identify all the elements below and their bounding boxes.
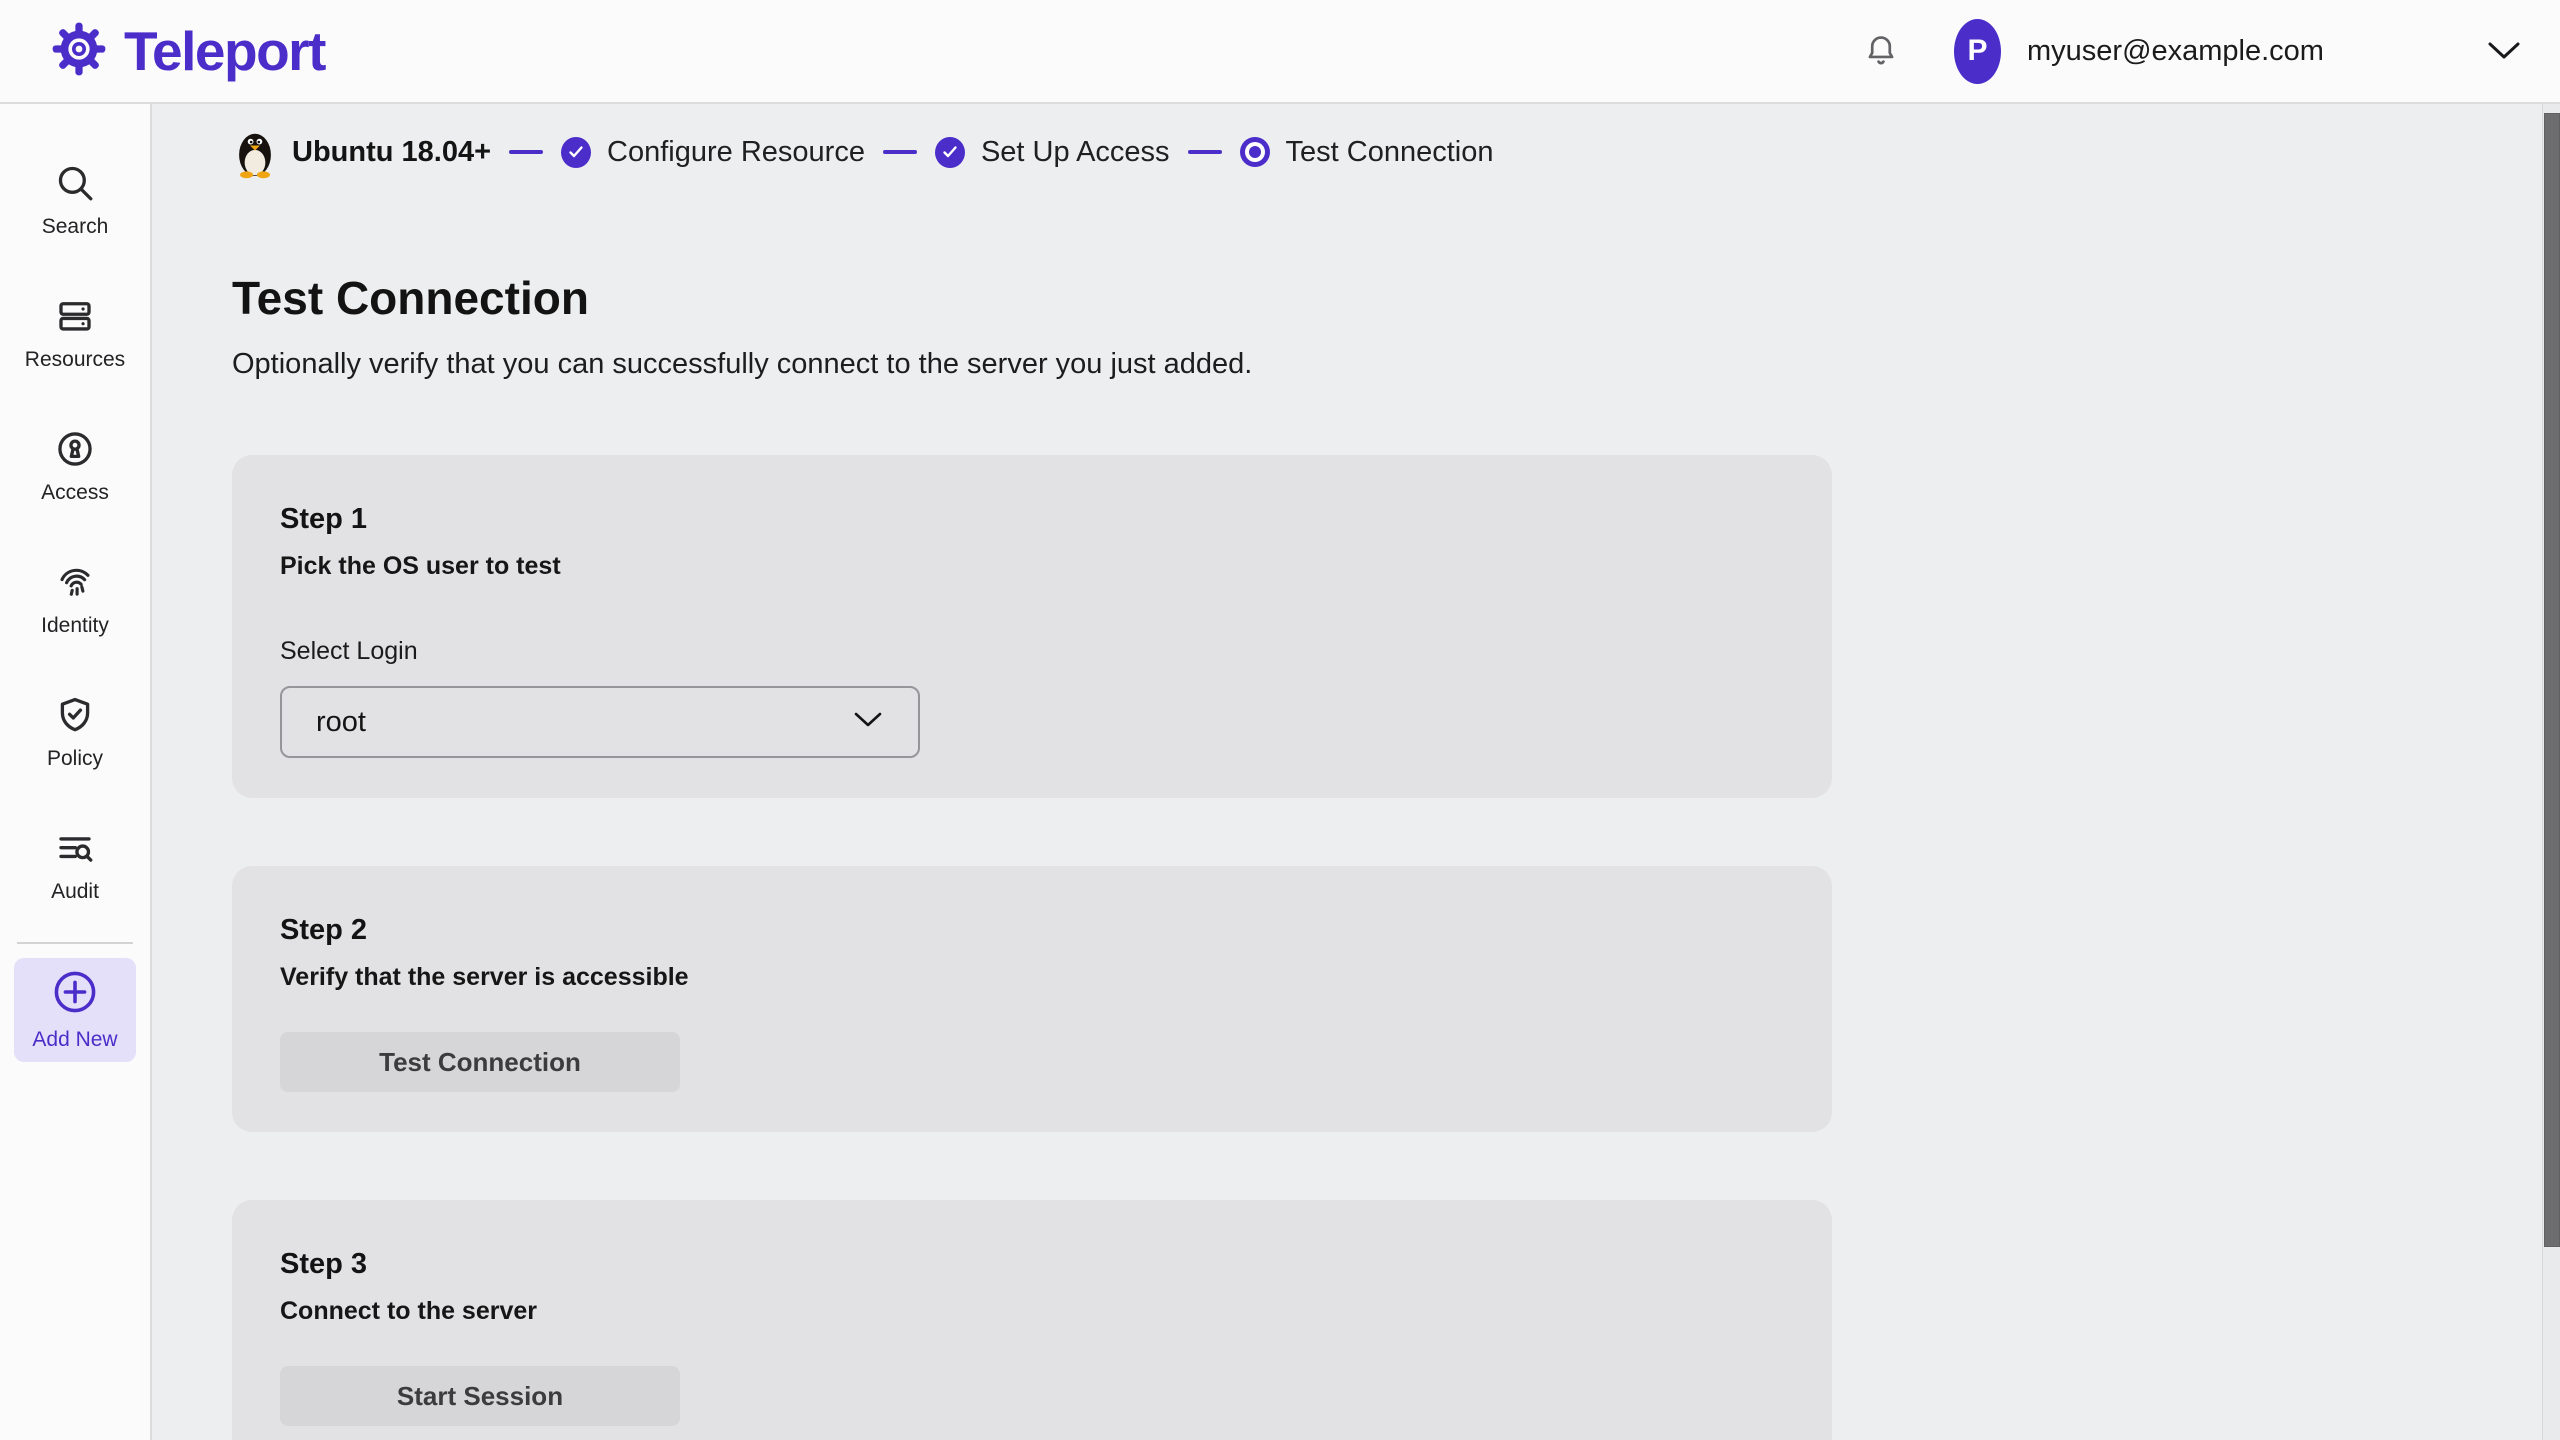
active-step-bullet-icon — [1240, 137, 1270, 167]
sidebar-item-policy[interactable]: Policy — [0, 666, 150, 799]
sidebar-item-label: Audit — [51, 880, 99, 904]
notification-bell-icon[interactable] — [1864, 31, 1898, 71]
sidebar-item-resources[interactable]: Resources — [0, 267, 150, 400]
teleport-logo[interactable]: Teleport — [50, 19, 325, 83]
step-description: Connect to the server — [280, 1297, 1784, 1326]
sidebar-item-identity[interactable]: Identity — [0, 533, 150, 666]
plus-circle-icon — [51, 968, 99, 1021]
sidebar-item-label: Resources — [25, 348, 125, 372]
sidebar-item-audit[interactable]: Audit — [0, 799, 150, 932]
topbar-right: P myuser@example.com — [1864, 19, 2522, 84]
sidebar-item-label: Add New — [32, 1028, 117, 1052]
sidebar-item-label: Identity — [41, 614, 109, 638]
wizard-step-test-connection: Test Connection — [1240, 136, 1494, 169]
sidebar-nav: Search Resources Access — [0, 104, 152, 1440]
step-title: Step 3 — [280, 1248, 1784, 1281]
sidebar-divider — [17, 942, 133, 944]
sidebar-item-search[interactable]: Search — [0, 134, 150, 267]
wizard-connector — [509, 150, 543, 154]
scrollbar-thumb[interactable] — [2544, 113, 2560, 1247]
sidebar-item-add-new[interactable]: Add New — [14, 958, 136, 1062]
login-select[interactable]: root — [280, 686, 920, 758]
page-title: Test Connection — [232, 274, 2560, 322]
step-description: Pick the OS user to test — [280, 552, 1784, 581]
keyhole-circle-icon — [54, 428, 96, 470]
step-title: Step 2 — [280, 914, 1784, 947]
servers-icon — [54, 295, 96, 337]
step-2-card: Step 2 Verify that the server is accessi… — [232, 866, 1832, 1132]
shield-check-icon — [54, 694, 96, 736]
chevron-down-icon[interactable] — [2486, 40, 2522, 62]
user-menu[interactable]: P myuser@example.com — [1954, 19, 2522, 84]
step-1-card: Step 1 Pick the OS user to test Select L… — [232, 455, 1832, 798]
sidebar-item-label: Search — [42, 215, 109, 239]
user-email: myuser@example.com — [2027, 35, 2324, 68]
wizard-step-label: Configure Resource — [607, 136, 865, 169]
wizard-breadcrumb: Ubuntu 18.04+ Configure Resource Set Up … — [232, 126, 2560, 178]
step-description: Verify that the server is accessible — [280, 963, 1784, 992]
main-content: Ubuntu 18.04+ Configure Resource Set Up … — [152, 104, 2560, 1440]
step-cards: Step 1 Pick the OS user to test Select L… — [232, 455, 2560, 1440]
wizard-step-label: Set Up Access — [981, 136, 1170, 169]
wizard-step-configure-resource: Configure Resource — [561, 136, 865, 169]
check-circle-icon — [561, 137, 591, 168]
gear-logo-icon — [50, 20, 108, 83]
sidebar-item-label: Access — [41, 481, 109, 505]
wizard-connector — [883, 150, 917, 154]
step-3-card: Step 3 Connect to the server Start Sessi… — [232, 1200, 1832, 1440]
wizard-step-set-up-access: Set Up Access — [935, 136, 1170, 169]
search-icon — [54, 162, 96, 204]
wizard-connector — [1188, 150, 1222, 154]
page-subtitle: Optionally verify that you can successfu… — [232, 348, 2560, 381]
start-session-button[interactable]: Start Session — [280, 1366, 680, 1426]
chevron-down-icon — [852, 710, 884, 735]
list-search-icon — [54, 827, 96, 869]
wizard-step-label: Test Connection — [1286, 136, 1494, 169]
sidebar-item-access[interactable]: Access — [0, 400, 150, 533]
sidebar-item-label: Policy — [47, 747, 103, 771]
scrollbar-track[interactable] — [2542, 104, 2560, 1440]
fingerprint-icon — [54, 561, 96, 603]
brand-wordmark: Teleport — [124, 19, 325, 83]
test-connection-button[interactable]: Test Connection — [280, 1032, 680, 1092]
select-login-label: Select Login — [280, 637, 1784, 666]
wizard-resource-label: Ubuntu 18.04+ — [292, 136, 491, 169]
linux-penguin-icon — [232, 125, 278, 179]
topbar: Teleport P myuser@example.com — [0, 0, 2560, 104]
login-select-value: root — [316, 706, 366, 739]
step-title: Step 1 — [280, 503, 1784, 536]
user-avatar[interactable]: P — [1954, 19, 2001, 84]
check-circle-icon — [935, 137, 965, 168]
